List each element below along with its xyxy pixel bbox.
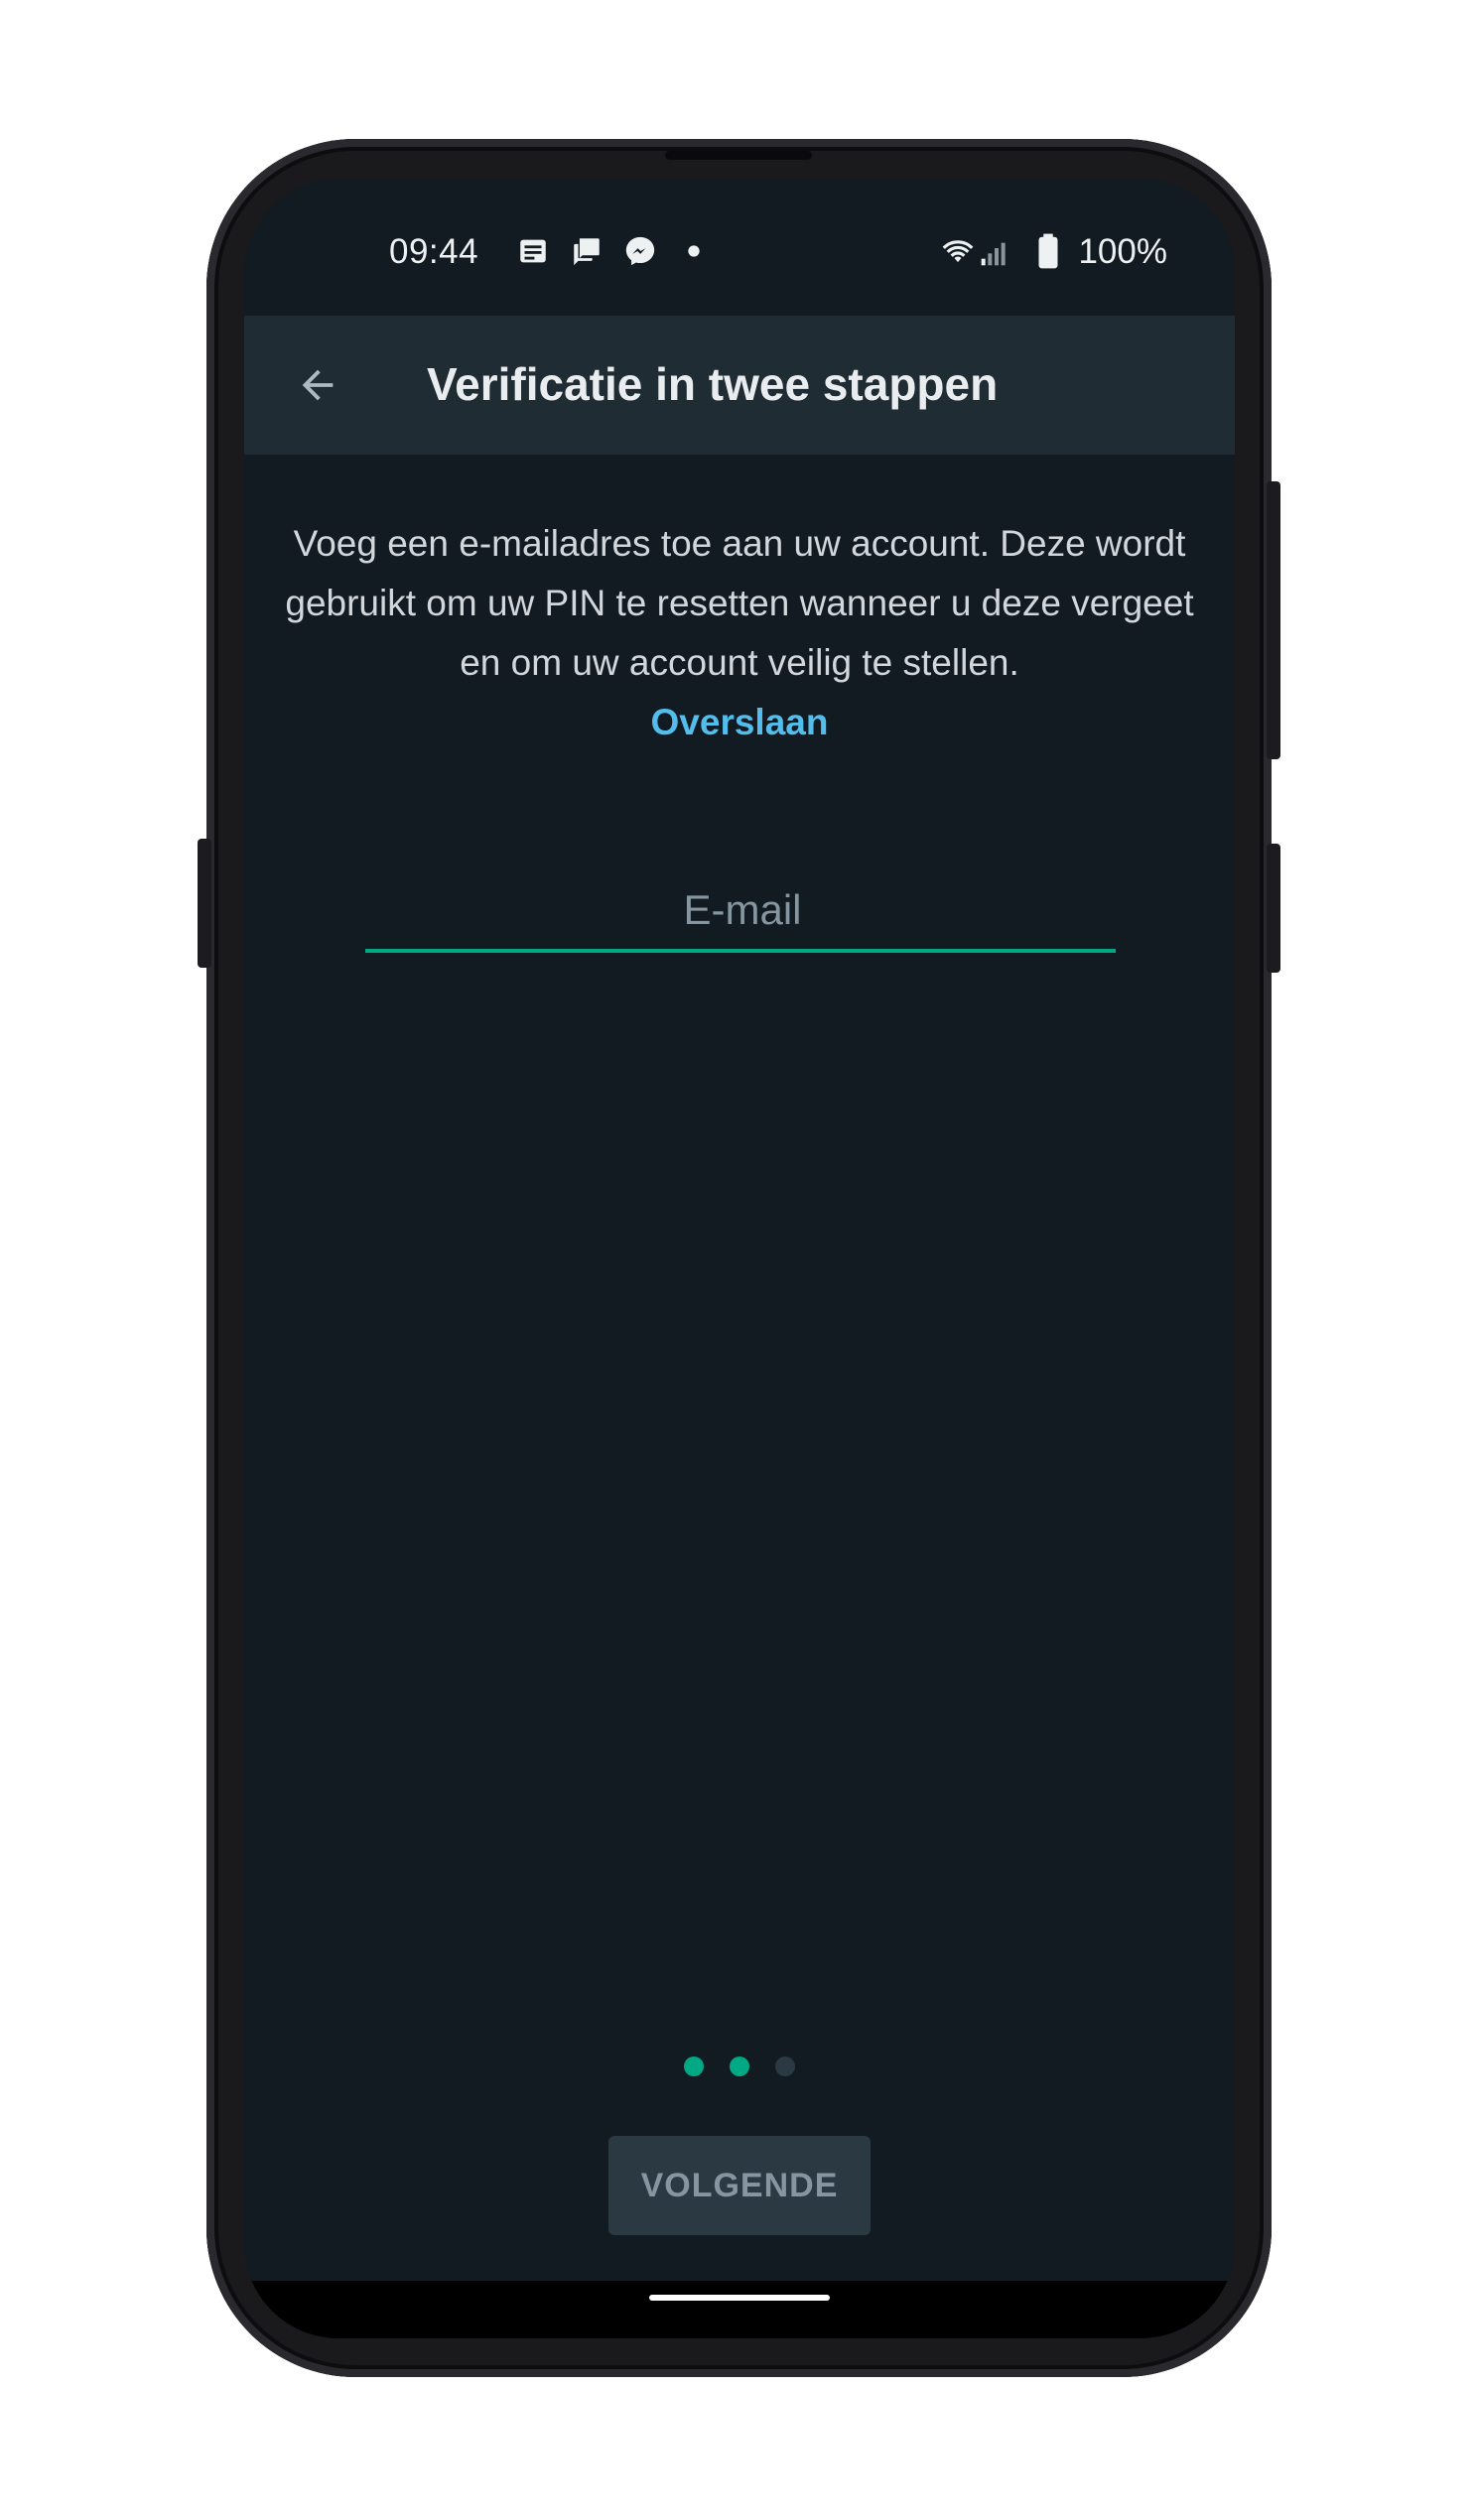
next-button[interactable]: VOLGENDE: [608, 2136, 871, 2235]
page-title: Verificatie in twee stappen: [427, 358, 999, 410]
description-text: Voeg een e-mailadres toe aan uw account.…: [285, 523, 1194, 683]
skip-link[interactable]: Overslaan: [284, 693, 1195, 752]
battery-percentage: 100%: [1078, 232, 1167, 271]
email-underline: [365, 949, 1116, 953]
wifi-icon: [942, 240, 974, 263]
step-dot-1: [684, 2056, 704, 2076]
email-input[interactable]: [365, 873, 1120, 947]
status-time: 09:44: [389, 232, 479, 271]
phone-left-button: [198, 839, 211, 968]
description-block: Voeg een e-mailadres toe aan uw account.…: [284, 514, 1195, 752]
battery-icon: [1038, 233, 1058, 269]
phone-speaker: [665, 151, 812, 160]
app-bar: Verificatie in twee stappen: [244, 316, 1235, 455]
screen: 09:44 100% Verificatie in twee stappen V…: [244, 179, 1235, 2338]
signal-icon: [981, 242, 1006, 266]
home-gesture-handle[interactable]: [649, 2295, 830, 2301]
phone-volume-button: [1267, 481, 1280, 759]
step-indicator: [244, 2056, 1235, 2076]
back-button[interactable]: [282, 349, 353, 421]
step-dot-2: [730, 2056, 749, 2076]
step-dot-3: [775, 2056, 795, 2076]
status-bar: 09:44 100%: [244, 179, 1235, 316]
navigation-bar: [244, 2281, 1235, 2338]
chat-icon: [574, 238, 600, 266]
phone-power-button: [1267, 844, 1280, 973]
news-icon: [520, 239, 546, 263]
arrow-left-icon: [302, 369, 334, 401]
email-field: [365, 873, 1120, 953]
more-notifications-dot-icon: [688, 245, 700, 257]
messenger-icon: [625, 236, 655, 266]
